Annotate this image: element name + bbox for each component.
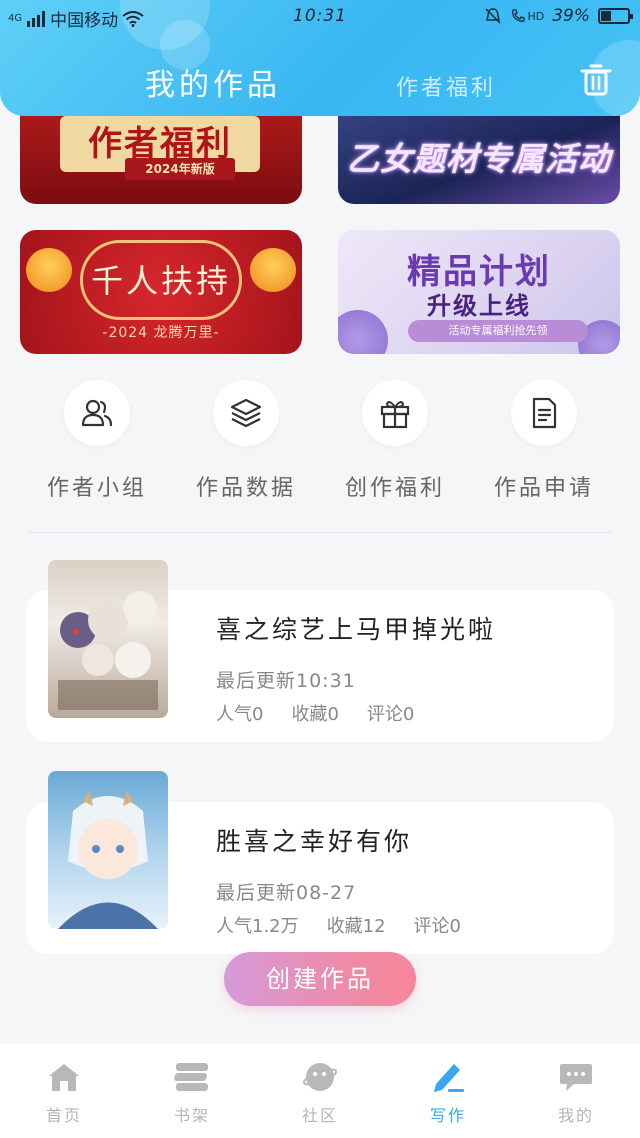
create-work-button[interactable]: 创建作品 bbox=[224, 952, 416, 1006]
hd-badge: HD bbox=[527, 9, 545, 23]
divider bbox=[28, 532, 612, 533]
work-title: 胜喜之幸好有你 bbox=[216, 827, 413, 856]
quick-action-work-data[interactable]: 作品数据 bbox=[171, 380, 321, 510]
work-comments: 评论0 bbox=[413, 916, 461, 937]
work-favorites: 收藏0 bbox=[291, 704, 339, 725]
battery-percent: 39% bbox=[552, 6, 590, 26]
work-cover[interactable] bbox=[48, 560, 168, 718]
nav-item-write[interactable]: 写作 bbox=[384, 1044, 512, 1138]
header: 4G 中国移动 10:31 HD 39% 我的作品 作者福利 bbox=[0, 0, 640, 116]
nav-item-home[interactable]: 首页 bbox=[0, 1044, 128, 1138]
write-icon bbox=[434, 1064, 464, 1092]
nav-item-profile[interactable]: 我的 bbox=[512, 1044, 640, 1138]
quick-action-label: 作品数据 bbox=[195, 476, 296, 501]
banner-subtitle: 活动专属福利抢先领 bbox=[408, 320, 588, 342]
status-bar: 4G 中国移动 10:31 HD 39% bbox=[0, 0, 640, 34]
cover-art bbox=[58, 791, 158, 929]
bottom-nav: 首页 书架 社区 写作 我的 bbox=[0, 1044, 640, 1138]
nav-label: 首页 bbox=[45, 1106, 82, 1125]
tab-author-benefits[interactable]: 作者福利 bbox=[396, 70, 496, 102]
nav-label: 我的 bbox=[557, 1106, 594, 1125]
home-icon bbox=[49, 1064, 79, 1091]
nav-label: 书架 bbox=[173, 1106, 210, 1125]
gift-icon bbox=[380, 401, 410, 429]
phone-icon bbox=[512, 9, 526, 22]
mute-bell-icon bbox=[485, 8, 501, 24]
quick-action-label: 作者小组 bbox=[46, 476, 147, 501]
profile-icon bbox=[560, 1064, 592, 1091]
cover-art bbox=[58, 591, 158, 710]
battery-icon bbox=[598, 8, 633, 24]
nav-item-bookshelf[interactable]: 书架 bbox=[128, 1044, 256, 1138]
tab-my-works[interactable]: 我的作品 bbox=[145, 60, 281, 104]
work-updated: 最后更新10:31 bbox=[216, 670, 356, 692]
work-title: 喜之综艺上马甲掉光啦 bbox=[216, 615, 497, 644]
banner-support-program[interactable]: 千人扶持 -2024 龙腾万里- bbox=[20, 230, 302, 354]
bookshelf-icon bbox=[174, 1063, 208, 1091]
banner-subtitle: 2024年新版 bbox=[125, 158, 235, 180]
work-cover[interactable] bbox=[48, 771, 168, 929]
users-icon bbox=[81, 399, 113, 427]
banner-premium-plan[interactable]: 精品计划 升级上线 活动专属福利抢先领 bbox=[338, 230, 620, 354]
work-popularity: 人气0 bbox=[216, 704, 264, 725]
quick-action-label: 创作福利 bbox=[344, 476, 445, 501]
work-favorites: 收藏12 bbox=[326, 916, 386, 937]
banner-title: 千人扶持 bbox=[90, 262, 231, 300]
quick-action-label: 作品申请 bbox=[493, 476, 594, 501]
banner-title: 乙女题材专属活动 bbox=[346, 140, 611, 178]
work-popularity: 人气1.2万 bbox=[216, 916, 299, 937]
quick-action-author-group[interactable]: 作者小组 bbox=[22, 380, 172, 510]
document-icon bbox=[532, 397, 557, 429]
trash-icon[interactable] bbox=[578, 62, 614, 98]
nav-label: 写作 bbox=[429, 1106, 466, 1125]
banner-subtitle: -2024 龙腾万里- bbox=[102, 325, 220, 341]
work-updated: 最后更新08-27 bbox=[216, 882, 357, 904]
community-icon bbox=[302, 1063, 338, 1091]
work-comments: 评论0 bbox=[366, 704, 415, 725]
nav-label: 社区 bbox=[301, 1106, 338, 1125]
banner-title-2: 升级上线 bbox=[427, 292, 531, 320]
nav-item-community[interactable]: 社区 bbox=[256, 1044, 384, 1138]
quick-action-work-application[interactable]: 作品申请 bbox=[469, 380, 619, 510]
quick-action-creation-benefits[interactable]: 创作福利 bbox=[320, 380, 470, 510]
layers-icon bbox=[230, 398, 262, 428]
